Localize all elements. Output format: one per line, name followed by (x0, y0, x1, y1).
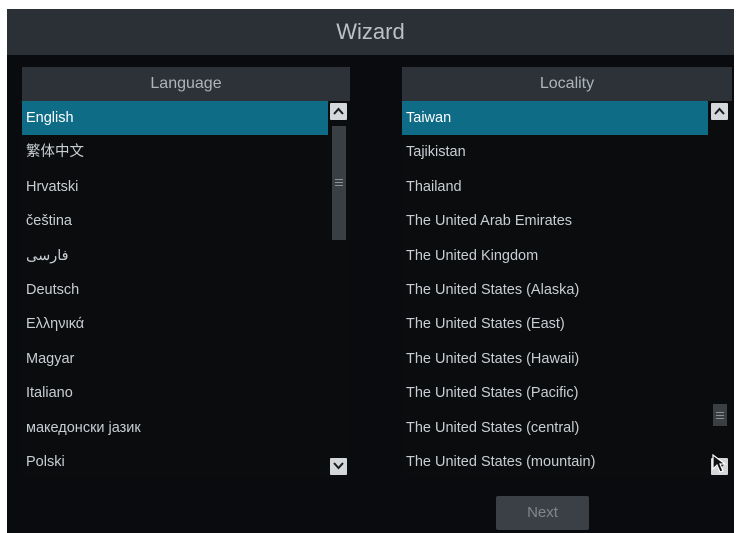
locality-scroll-thumb[interactable] (713, 404, 727, 426)
grip-line (716, 415, 724, 416)
next-button[interactable]: Next (496, 496, 589, 530)
locality-item[interactable]: The United States (Pacific) (402, 376, 708, 410)
locality-item[interactable]: The United States (Alaska) (402, 273, 708, 307)
language-list[interactable]: English 繁体中文 Hrvatski čeština فارسی Deut… (22, 101, 328, 476)
language-scroll-track[interactable] (330, 122, 347, 456)
locality-item[interactable]: Tajikistan (402, 135, 708, 169)
chevron-up-icon[interactable] (330, 103, 347, 120)
locality-item[interactable]: The United States (East) (402, 307, 708, 341)
language-item[interactable]: Hrvatski (22, 170, 328, 204)
language-scroll-thumb[interactable] (332, 126, 346, 240)
locality-item[interactable]: The United States (central) (402, 411, 708, 445)
language-item[interactable]: Deutsch (22, 273, 328, 307)
locality-list[interactable]: Taiwan Tajikistan Thailand The United Ar… (402, 101, 708, 476)
language-scrollbar[interactable] (329, 102, 348, 476)
language-item[interactable]: Polski (22, 445, 328, 476)
language-item[interactable]: فارسی (22, 239, 328, 273)
locality-item[interactable]: Taiwan (402, 101, 708, 136)
locality-header: Locality (402, 67, 732, 101)
language-header: Language (22, 67, 350, 101)
grip-line (335, 182, 343, 183)
locality-item[interactable]: Thailand (402, 170, 708, 204)
locality-item[interactable]: The United States (Hawaii) (402, 342, 708, 376)
grip-line (335, 185, 343, 186)
language-item[interactable]: македонски јазик (22, 411, 328, 445)
language-item[interactable]: Magyar (22, 342, 328, 376)
grip-line (335, 179, 343, 180)
mouse-pointer-icon (712, 454, 727, 473)
chevron-up-icon[interactable] (711, 103, 728, 120)
locality-panel: Locality Taiwan Tajikistan Thailand The … (402, 67, 732, 478)
language-panel: Language English 繁体中文 Hrvatski čeština ف… (22, 67, 350, 478)
language-item[interactable]: Ελληνικά (22, 307, 328, 341)
language-item[interactable]: Italiano (22, 376, 328, 410)
locality-scrollbar[interactable] (710, 102, 729, 476)
locality-item[interactable]: The United Arab Emirates (402, 204, 708, 238)
locality-item[interactable]: The United States (mountain) (402, 445, 708, 476)
chevron-down-icon[interactable] (330, 458, 347, 475)
locality-scroll-track[interactable] (711, 122, 728, 456)
locality-item[interactable]: The United Kingdom (402, 239, 708, 273)
wizard-window: Wizard Language English 繁体中文 Hrvatski če… (7, 9, 734, 533)
language-item[interactable]: čeština (22, 204, 328, 238)
language-item[interactable]: 繁体中文 (22, 135, 328, 169)
grip-line (716, 412, 724, 413)
grip-line (716, 418, 724, 419)
wizard-title: Wizard (7, 9, 734, 55)
language-item[interactable]: English (22, 101, 328, 136)
